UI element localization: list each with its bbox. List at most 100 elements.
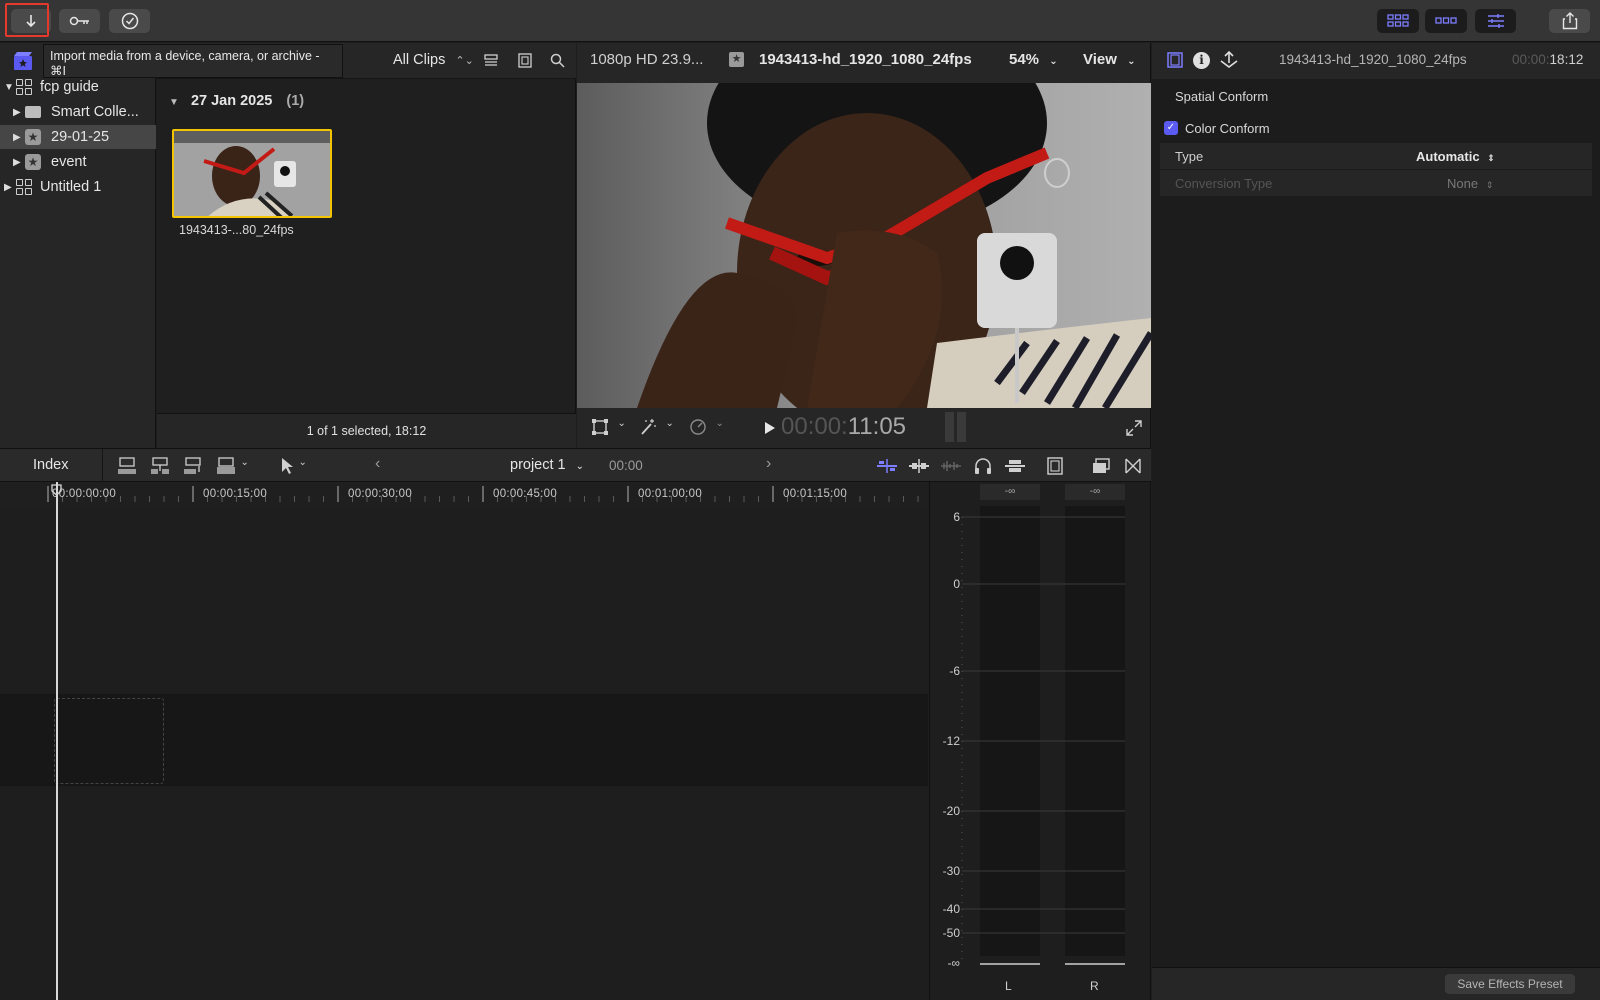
type-label: Type <box>1175 148 1204 164</box>
zoom-value: 54% <box>1009 51 1040 68</box>
headphones-icon[interactable] <box>974 457 992 475</box>
snapping-icon[interactable] <box>908 458 930 474</box>
play-icon[interactable] <box>764 421 776 435</box>
color-conform-checkbox[interactable]: ✓ <box>1164 121 1178 135</box>
enhance-dropdown[interactable]: ⌄ <box>639 418 674 441</box>
inspector-footer: Save Effects Preset <box>1152 967 1600 1000</box>
disclosure-open-icon[interactable]: ▼ <box>4 82 14 93</box>
sidebar-item-label: 29-01-25 <box>51 129 110 145</box>
tool-select-dropdown[interactable]: ⌄ <box>280 457 307 480</box>
sidebar-item-29-01-25[interactable]: ▶ ★ 29-01-25 <box>0 125 156 149</box>
type-dropdown[interactable]: Automatic ⇕ <box>1416 149 1495 164</box>
project-dropdown[interactable]: project 1 ⌄ <box>510 457 584 473</box>
info-icon[interactable]: i <box>1193 52 1210 69</box>
skimming-icon[interactable] <box>876 458 898 474</box>
checkmark-circle-icon <box>121 12 138 30</box>
history-forward-icon[interactable]: › <box>766 455 771 473</box>
timeline-index-button[interactable]: Index <box>33 457 68 473</box>
list-view-icon[interactable] <box>484 54 498 68</box>
chevron-down-icon: ⌄ <box>665 418 674 429</box>
date-group-label: 27 Jan 2025 <box>190 93 273 109</box>
ruler-tick-label: 00:00:15:00 <box>203 488 268 500</box>
transitions-browser-icon[interactable] <box>1125 458 1141 474</box>
conversion-type-dropdown[interactable]: None ⇕ <box>1447 176 1493 191</box>
clip-filter-dropdown[interactable]: All Clips ⌃⌄ <box>393 52 474 68</box>
history-back-icon[interactable]: ‹ <box>375 455 380 473</box>
retime-dropdown[interactable]: ⌄ <box>689 418 724 441</box>
meter-scale-label: -12 <box>942 734 960 748</box>
top-toolbar <box>0 0 1600 42</box>
meter-scale-label: -∞ <box>947 956 960 970</box>
search-icon[interactable] <box>550 53 565 68</box>
share-inspector-icon[interactable] <box>1219 51 1239 69</box>
sidebar-item-fcp-guide[interactable]: ▼ fcp guide <box>0 75 156 99</box>
conversion-type-row: Conversion Type None ⇕ <box>1160 170 1592 196</box>
sidebar-item-smart-collections[interactable]: ▶ Smart Colle... <box>0 100 156 124</box>
view-label: View <box>1083 51 1117 68</box>
solo-icon[interactable] <box>1004 458 1026 474</box>
overwrite-clip-icon <box>217 457 235 474</box>
format-label[interactable]: 1080p HD 23.9... <box>590 51 703 68</box>
viewer-timecode[interactable]: 00:00:11:05 <box>781 413 906 441</box>
chevron-down-icon: ⌄ <box>617 418 626 429</box>
meter-scale-label: 6 <box>953 510 960 524</box>
color-conform-header[interactable]: ✓ Color Conform <box>1160 115 1592 141</box>
share-icon <box>1562 12 1577 30</box>
playhead[interactable] <box>56 482 58 1000</box>
speedometer-icon <box>690 419 706 435</box>
ruler-tick-label: 00:00:30:00 <box>348 488 413 500</box>
append-clip-icon[interactable] <box>183 457 203 475</box>
browser-toggle-button[interactable] <box>1377 9 1419 33</box>
import-tooltip: Import media from a device, camera, or a… <box>43 44 343 78</box>
transform-dropdown[interactable]: ⌄ <box>591 418 626 441</box>
disclosure-closed-icon[interactable]: ▶ <box>13 157 23 168</box>
viewer-clip-title: 1943413-hd_1920_1080_24fps <box>759 51 972 68</box>
clip-name: 1943413-...80_24fps <box>179 223 294 237</box>
insert-clip-icon[interactable] <box>150 457 170 475</box>
libraries-sidebar: ▼ fcp guide ▶ Smart Colle... ▶ ★ 29-01-2… <box>0 43 156 448</box>
filmstrip-icon[interactable] <box>518 53 532 68</box>
clip-thumbnail[interactable] <box>172 129 332 218</box>
view-dropdown[interactable]: View ⌄ <box>1083 51 1135 68</box>
meter-scale-label: -6 <box>949 664 960 678</box>
sidebar-item-event[interactable]: ▶ ★ event <box>0 150 156 174</box>
video-preview[interactable] <box>577 83 1151 408</box>
timeline-ruler[interactable]: 00:00:00:00 00:00:15:00 00:00:30:00 00:0… <box>0 482 928 506</box>
date-group-header[interactable]: ▼ 27 Jan 2025 (1) <box>169 93 304 109</box>
share-button[interactable] <box>1549 9 1590 33</box>
disclosure-closed-icon[interactable]: ▶ <box>4 182 14 193</box>
clapper-star-icon[interactable] <box>13 51 33 71</box>
timeline-toggle-button[interactable] <box>1425 9 1467 33</box>
sidebar-item-untitled-1[interactable]: ▶ Untitled 1 <box>0 175 156 199</box>
divider <box>102 449 103 483</box>
video-inspector-icon[interactable] <box>1167 52 1183 68</box>
spatial-conform-header[interactable]: Spatial Conform <box>1160 83 1592 109</box>
zoom-dropdown[interactable]: 54% ⌄ <box>1009 51 1058 68</box>
fullscreen-icon[interactable] <box>1126 420 1142 436</box>
type-value: Automatic <box>1416 148 1480 164</box>
inspector-header: i 1943413-hd_1920_1080_24fps 00:00:18:12 <box>1152 43 1600 79</box>
overwrite-dropdown[interactable]: ⌄ <box>216 457 249 480</box>
disclosure-closed-icon[interactable]: ▶ <box>13 132 23 143</box>
playhead-marker-icon[interactable] <box>51 484 62 496</box>
browser-status: 1 of 1 selected, 18:12 <box>157 413 576 448</box>
keyword-editor-button[interactable] <box>59 9 100 33</box>
inspector-toggle-button[interactable] <box>1475 9 1516 33</box>
background-tasks-button[interactable] <box>109 9 150 33</box>
event-star-icon: ★ <box>25 129 41 145</box>
disclosure-open-icon[interactable]: ▼ <box>169 97 179 108</box>
save-effects-preset-button[interactable]: Save Effects Preset <box>1445 974 1575 994</box>
chevron-down-icon: ⌄ <box>298 457 307 468</box>
chevron-down-icon: ⌄ <box>1127 56 1136 67</box>
sidebar-item-label: fcp guide <box>40 79 99 95</box>
updown-chevron-icon: ⇕ <box>1485 179 1494 190</box>
connect-clip-icon[interactable] <box>117 457 137 475</box>
key-icon <box>69 16 89 26</box>
clip-appearance-icon[interactable] <box>1047 457 1063 475</box>
timeline-area[interactable] <box>0 482 928 1000</box>
effects-browser-icon[interactable] <box>1092 458 1110 474</box>
conversion-type-label: Conversion Type <box>1175 175 1273 191</box>
updown-chevron-icon: ⌃⌄ <box>455 55 474 67</box>
audio-skimming-icon[interactable] <box>940 458 962 474</box>
disclosure-closed-icon[interactable]: ▶ <box>13 107 23 118</box>
